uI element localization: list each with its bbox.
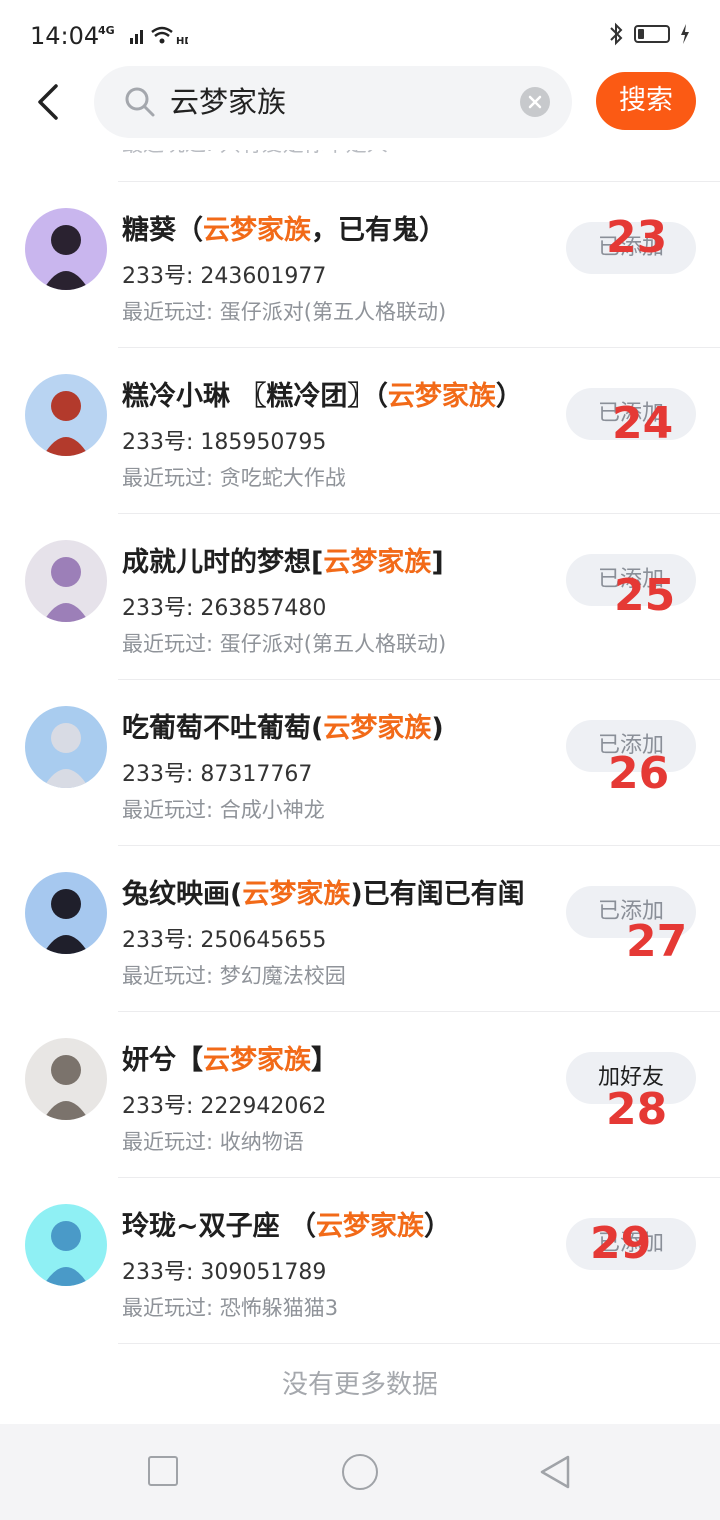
avatar[interactable] (25, 706, 107, 788)
search-button[interactable]: 搜索 (596, 72, 696, 130)
user-name: 糕冷小琳 〖糕冷团〗（云梦家族） (122, 374, 523, 413)
search-input[interactable]: 云梦家族 (94, 66, 572, 138)
clear-icon[interactable] (520, 87, 550, 117)
avatar[interactable] (25, 872, 107, 954)
user-id: 233号: 263857480 (122, 596, 327, 621)
avatar[interactable] (25, 208, 107, 290)
user-id: 233号: 309051789 (122, 1260, 327, 1285)
recently-played: 最近玩过: 恐怖躲猫猫3 (122, 1296, 339, 1320)
charging-icon (681, 24, 689, 44)
user-id: 233号: 222942062 (122, 1094, 327, 1119)
network-type: 4G (98, 24, 115, 37)
home-button[interactable] (342, 1454, 378, 1490)
status-time: 14:04 (30, 22, 100, 50)
result-item[interactable]: 糖葵（云梦家族，已有鬼） 233号: 243601977 最近玩过: 蛋仔派对(… (0, 182, 720, 348)
user-id: 233号: 185950795 (122, 430, 327, 455)
name-suffix: ) (431, 713, 444, 744)
divider (118, 1343, 720, 1344)
name-highlight: 云梦家族 (323, 547, 432, 578)
name-highlight: 云梦家族 (203, 215, 311, 246)
name-prefix: 兔纹映画( (122, 879, 243, 910)
avatar[interactable] (25, 1204, 107, 1286)
result-item[interactable]: 玲珑~双子座 （云梦家族） 233号: 309051789 最近玩过: 恐怖躲猫… (0, 1178, 720, 1344)
system-back-icon[interactable] (538, 1454, 572, 1490)
recents-button[interactable] (148, 1456, 178, 1486)
avatar[interactable] (25, 1038, 107, 1120)
battery-icon (634, 25, 670, 43)
search-query: 云梦家族 (170, 85, 287, 119)
name-highlight: 云梦家族 (323, 713, 432, 744)
recently-played: 最近玩过: 贪吃蛇大作战 (122, 466, 346, 490)
avatar[interactable] (25, 540, 107, 622)
user-name: 玲珑~双子座 （云梦家族） (122, 1204, 451, 1243)
name-prefix: 吃葡萄不吐葡萄( (122, 713, 324, 744)
search-header: 云梦家族 搜索 (0, 62, 720, 150)
user-name: 妍兮【云梦家族】 (122, 1038, 338, 1077)
user-id: 233号: 87317767 (122, 762, 313, 787)
result-item[interactable]: 兔纹映画(云梦家族)已有闺已有闺 233号: 250645655 最近玩过: 梦… (0, 846, 720, 1012)
result-item[interactable]: 成就儿时的梦想[云梦家族] 233号: 263857480 最近玩过: 蛋仔派对… (0, 514, 720, 680)
add-friend-button[interactable]: 已添加 (566, 886, 696, 938)
back-button[interactable] (30, 80, 70, 124)
result-list: 糖葵（云梦家族，已有鬼） 233号: 243601977 最近玩过: 蛋仔派对(… (0, 182, 720, 1344)
result-item[interactable]: 糕冷小琳 〖糕冷团〗（云梦家族） 233号: 185950795 最近玩过: 贪… (0, 348, 720, 514)
user-id: 233号: 250645655 (122, 928, 327, 953)
chevron-left-icon (38, 84, 58, 120)
wifi-signal-icon: HD (130, 26, 193, 47)
recently-played: 最近玩过: 蛋仔派对(第五人格联动) (122, 632, 447, 656)
name-prefix: 成就儿时的梦想[ (122, 547, 324, 578)
add-friend-button[interactable]: 加好友 (566, 1052, 696, 1104)
name-prefix: 糖葵（ (122, 215, 203, 246)
recently-played: 最近玩过: 收纳物语 (122, 1130, 304, 1154)
name-suffix: ） (495, 381, 523, 412)
signal-icons: HD (130, 22, 193, 52)
name-suffix: ] (431, 547, 444, 578)
name-highlight: 云梦家族 (316, 1211, 425, 1242)
user-id: 233号: 243601977 (122, 264, 327, 289)
user-name: 吃葡萄不吐葡萄(云梦家族) (122, 706, 444, 745)
user-name: 成就儿时的梦想[云梦家族] (122, 540, 444, 579)
add-friend-button[interactable]: 已添加 (566, 1218, 696, 1270)
name-highlight: 云梦家族 (242, 879, 351, 910)
svg-text:HD: HD (176, 36, 188, 47)
name-suffix: ，已有鬼） (311, 215, 446, 246)
recently-played: 最近玩过: 梦幻魔法校园 (122, 964, 346, 988)
user-name: 糖葵（云梦家族，已有鬼） (122, 208, 446, 247)
name-prefix: 玲珑~双子座 （ (122, 1211, 317, 1242)
bluetooth-icon (610, 22, 623, 46)
result-item[interactable]: 吃葡萄不吐葡萄(云梦家族) 233号: 87317767 最近玩过: 合成小神龙… (0, 680, 720, 846)
add-friend-button[interactable]: 已添加 (566, 388, 696, 440)
system-nav-bar (0, 1424, 720, 1520)
name-prefix: 糕冷小琳 〖糕冷团〗（ (122, 381, 388, 412)
result-item[interactable]: 妍兮【云梦家族】 233号: 222942062 最近玩过: 收纳物语 加好友 (0, 1012, 720, 1178)
add-friend-button[interactable]: 已添加 (566, 720, 696, 772)
no-more-text: 没有更多数据 (281, 1370, 438, 1400)
add-friend-button[interactable]: 已添加 (566, 222, 696, 274)
status-bar: 14:04 4G HD (0, 0, 720, 70)
name-highlight: 云梦家族 (203, 1045, 311, 1076)
name-highlight: 云梦家族 (387, 381, 496, 412)
recently-played: 最近玩过: 合成小神龙 (122, 798, 325, 822)
user-name: 兔纹映画(云梦家族)已有闺已有闺 (122, 872, 525, 911)
add-friend-button[interactable]: 已添加 (566, 554, 696, 606)
name-suffix: )已有闺已有闺 (350, 879, 525, 910)
name-suffix: ） (424, 1211, 452, 1242)
recently-played: 最近玩过: 蛋仔派对(第五人格联动) (122, 300, 447, 324)
name-prefix: 妍兮【 (122, 1045, 203, 1076)
avatar[interactable] (25, 374, 107, 456)
name-suffix: 】 (311, 1045, 338, 1076)
search-icon (125, 87, 155, 117)
status-right (608, 22, 690, 46)
